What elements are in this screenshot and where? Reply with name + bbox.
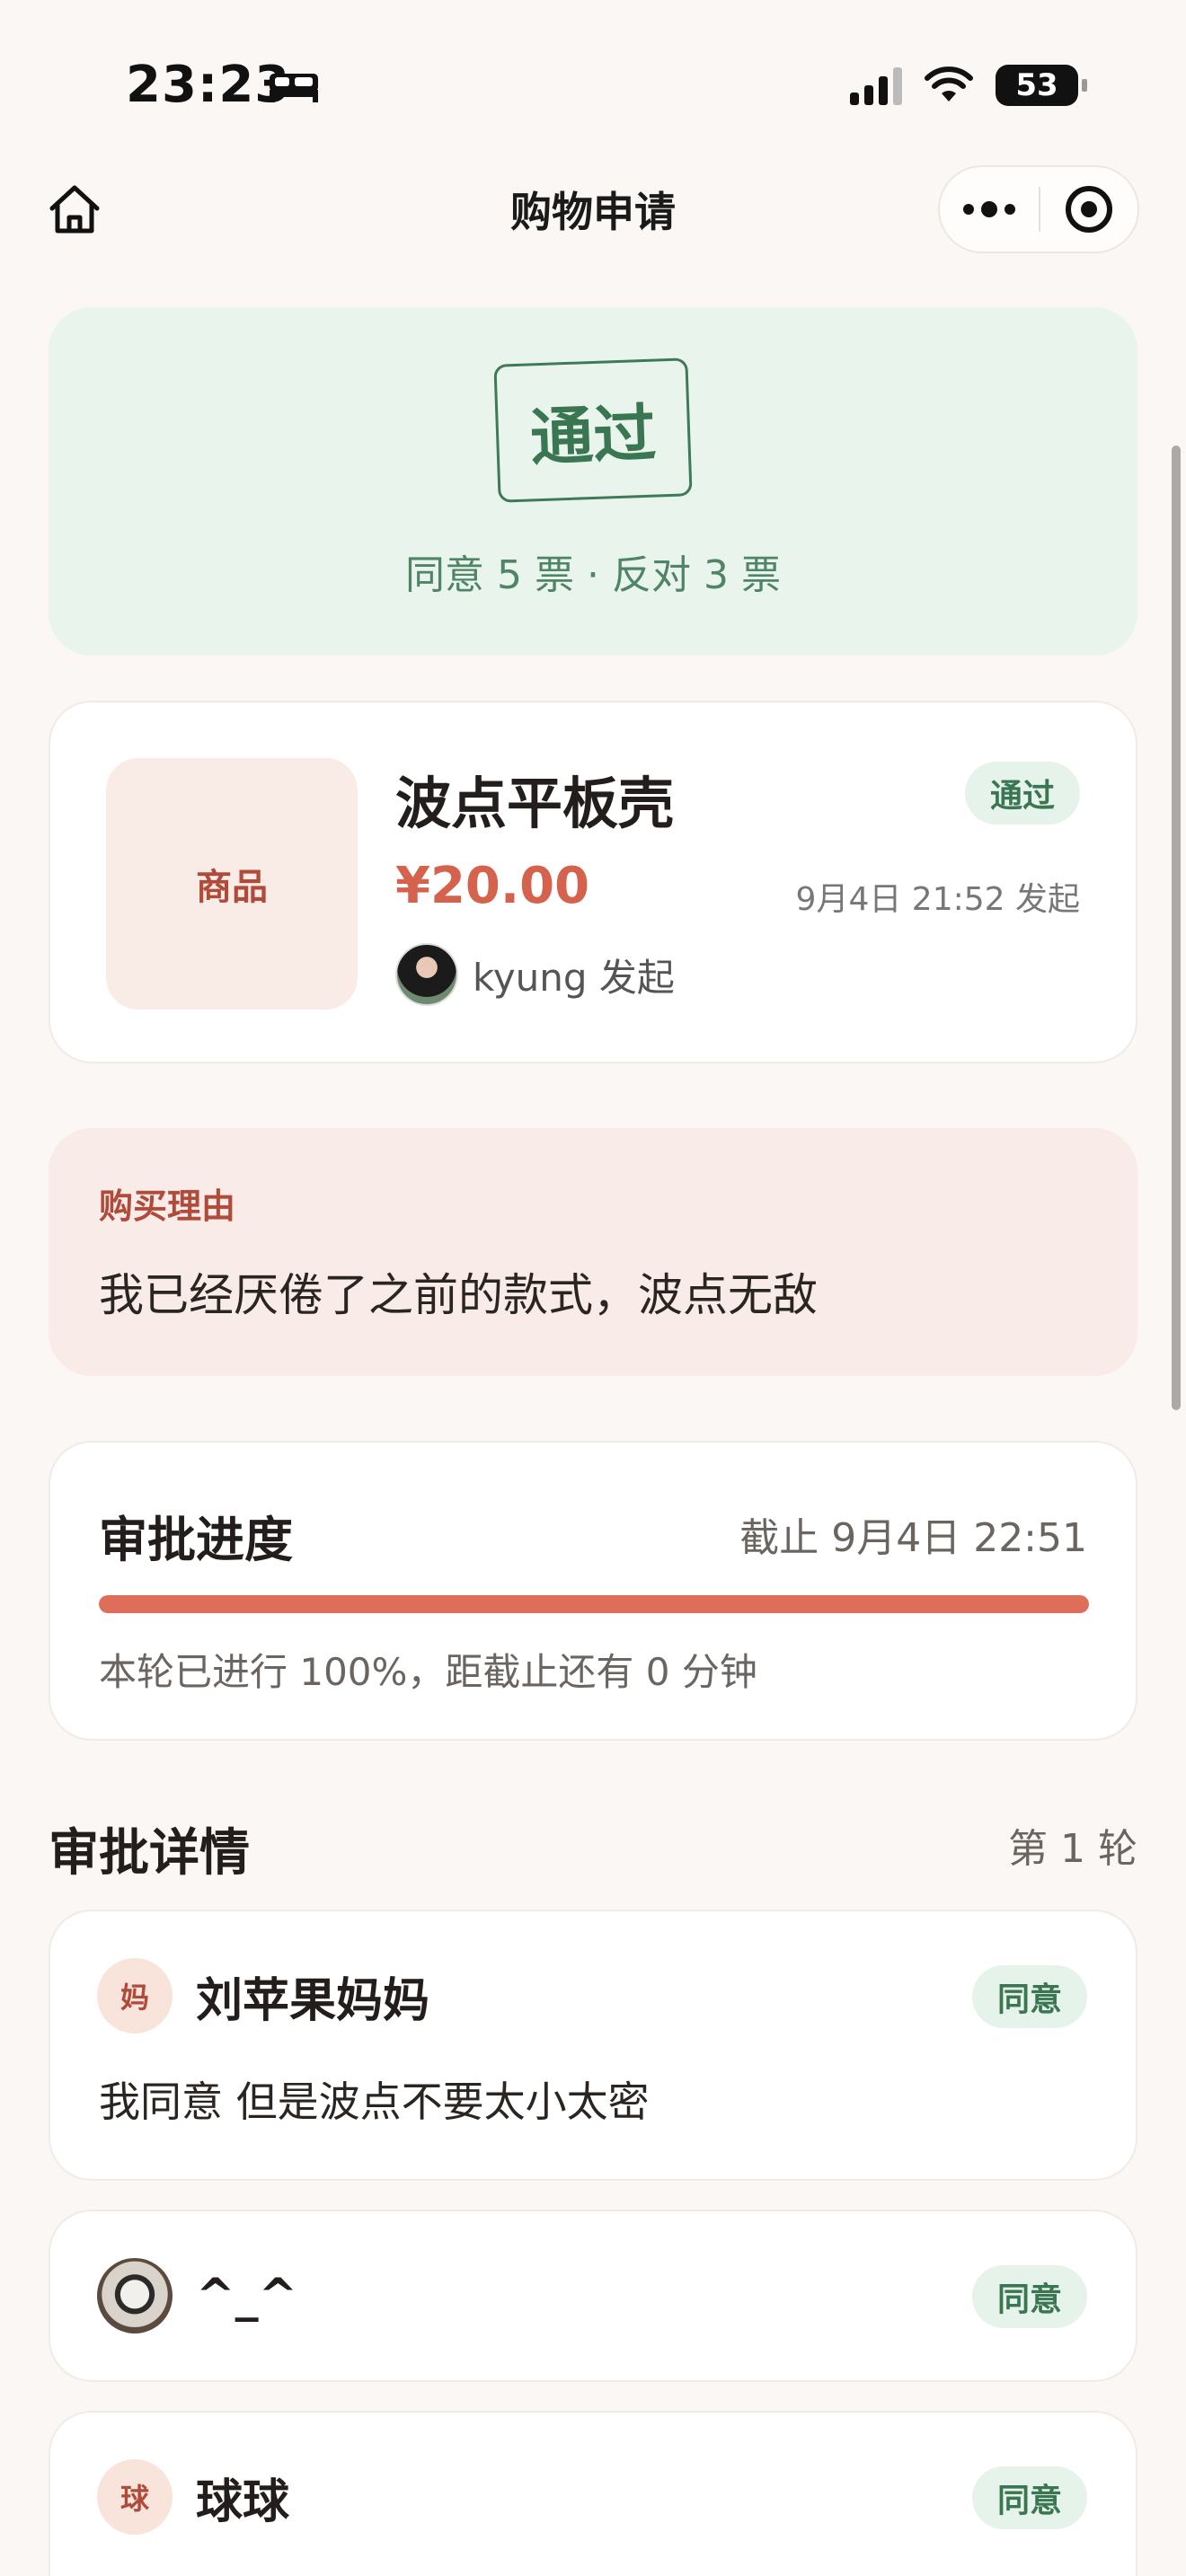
status-time: 23:23 [126, 56, 291, 114]
reason-label: 购买理由 [99, 1187, 236, 1226]
status-badge: 通过 [964, 762, 1080, 825]
more-dots-icon [963, 204, 974, 215]
result-card: 通过 同意 5 票 · 反对 3 票 [49, 307, 1137, 656]
progress-fill [99, 1595, 1089, 1613]
battery-icon: 53 [996, 65, 1087, 106]
avatar [97, 2258, 173, 2333]
voter-name: 刘苹果妈妈 [196, 1973, 430, 2028]
miniprogram-capsule [938, 165, 1139, 253]
vote-decision-badge: 同意 [971, 2466, 1087, 2529]
avatar: 妈 [97, 1958, 173, 2033]
voter: 球 球球 [97, 2459, 289, 2535]
battery-level: 53 [1015, 67, 1058, 103]
details-title: 审批详情 [49, 1824, 250, 1883]
cellular-signal-icon [850, 66, 902, 105]
nav-bar: 购物申请 [0, 153, 1186, 269]
progress-bar [99, 1595, 1089, 1613]
progress-deadline: 截止 9月4日 22:51 [739, 1515, 1087, 1561]
vote-card: 妈 刘苹果妈妈 同意 我同意 但是波点不要太小太密 [49, 1910, 1137, 2181]
reason-card: 购买理由 我已经厌倦了之前的款式，波点无敌 [49, 1128, 1137, 1376]
bed-icon [270, 74, 318, 102]
status-bar: 23:23 53 [0, 0, 1186, 153]
avatar [395, 943, 458, 1006]
product-card[interactable]: 商品 波点平板壳 通过 ¥20.00 9月4日 21:52 发起 kyung 发… [49, 701, 1137, 1063]
scrollbar[interactable] [1172, 446, 1181, 1410]
initiator-text: kyung 发起 [473, 955, 675, 1000]
voter: ^_^ [97, 2258, 297, 2333]
product-price: ¥20.00 [395, 857, 590, 915]
progress-card: 审批进度 截止 9月4日 22:51 本轮已进行 100%，距截止还有 0 分钟 [49, 1441, 1137, 1741]
wifi-icon [925, 66, 973, 101]
vote-card: 球 球球 同意 [49, 2411, 1137, 2576]
product-name: 波点平板壳 [395, 771, 675, 836]
product-thumbnail: 商品 [106, 758, 358, 1010]
result-stamp: 通过 [493, 357, 693, 503]
request-time: 9月4日 21:52 发起 [795, 881, 1080, 918]
round-label: 第 1 轮 [1008, 1826, 1137, 1872]
reason-text: 我已经厌倦了之前的款式，波点无敌 [99, 1269, 818, 1321]
progress-note: 本轮已进行 100%，距截止还有 0 分钟 [99, 1650, 757, 1694]
voter-name: 球球 [196, 2475, 290, 2529]
vote-decision-badge: 同意 [971, 2265, 1087, 2328]
initiator: kyung 发起 [395, 943, 675, 1006]
target-icon [1065, 186, 1112, 233]
voter-name: ^_^ [196, 2269, 298, 2323]
more-menu-button[interactable] [940, 167, 1039, 251]
progress-title: 审批进度 [99, 1512, 293, 1568]
vote-summary: 同意 5 票 · 反对 3 票 [405, 552, 781, 598]
vote-comment: 我同意 但是波点不要太小太密 [99, 2078, 650, 2126]
voter: 妈 刘苹果妈妈 [97, 1958, 429, 2033]
avatar: 球 [97, 2459, 173, 2535]
vote-decision-badge: 同意 [971, 1965, 1087, 2028]
vote-card: ^_^ 同意 [49, 2210, 1137, 2382]
close-miniprogram-button[interactable] [1040, 167, 1137, 251]
